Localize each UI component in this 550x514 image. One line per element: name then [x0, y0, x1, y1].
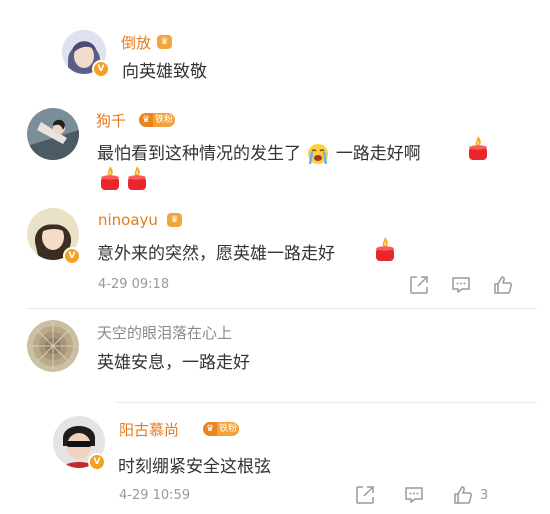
comment-icon[interactable]: [403, 484, 425, 506]
crown-badge-icon: ♛: [157, 35, 172, 49]
candle-emoji-icon: [125, 165, 149, 191]
comment-text: 向英雄致敬: [122, 62, 207, 82]
thumbs-up-icon[interactable]: [492, 274, 514, 296]
fan-badge: ♛ 铁粉: [203, 422, 239, 436]
crying-face-emoji-icon: [308, 144, 329, 165]
like-count: 3: [480, 488, 489, 503]
divider: [27, 308, 537, 309]
fan-badge: ♛ 铁粉: [139, 113, 175, 127]
divider: [115, 402, 537, 403]
comment-username[interactable]: 狗千: [96, 110, 126, 131]
candle-emoji-icon: [373, 236, 397, 262]
comment-username[interactable]: 天空的眼泪落在心上: [97, 322, 232, 343]
verified-v-icon: V: [63, 247, 81, 265]
avatar[interactable]: [27, 108, 79, 160]
share-icon[interactable]: [408, 274, 430, 296]
share-icon[interactable]: [354, 484, 376, 506]
verified-v-icon: V: [92, 60, 110, 78]
comment-text-part: 最怕看到这种情况的发生了: [97, 144, 301, 164]
comment-icon[interactable]: [450, 274, 472, 296]
crown-badge-icon: ♛: [167, 213, 182, 227]
comment-text: 时刻绷紧安全这根弦: [118, 457, 271, 477]
verified-v-icon: V: [88, 453, 106, 471]
crown-badge-icon: ♛: [139, 113, 153, 127]
comment-username[interactable]: 倒放: [121, 32, 151, 53]
comment-text-part: 一路走好啊: [335, 144, 421, 164]
candle-emoji-icon: [466, 135, 490, 161]
comment-username[interactable]: 阳古慕尚: [119, 419, 179, 440]
comment-time: 4-29 10:59: [119, 488, 191, 503]
comment-username[interactable]: ninoayu: [98, 211, 158, 229]
thumbs-up-icon[interactable]: [452, 484, 474, 506]
fan-badge-label: 铁粉: [219, 424, 238, 434]
comment-text: 最怕看到这种情况的发生了 一路走好啊: [97, 139, 421, 166]
candle-emoji-icon: [98, 165, 122, 191]
comment-text: 意外来的突然，愿英雄一路走好: [97, 244, 335, 264]
fan-badge-label: 铁粉: [155, 115, 174, 125]
comment-text: 英雄安息，一路走好: [97, 353, 250, 373]
comment-time: 4-29 09:18: [98, 277, 170, 292]
crown-badge-icon: ♛: [203, 422, 217, 436]
avatar[interactable]: [27, 320, 79, 372]
